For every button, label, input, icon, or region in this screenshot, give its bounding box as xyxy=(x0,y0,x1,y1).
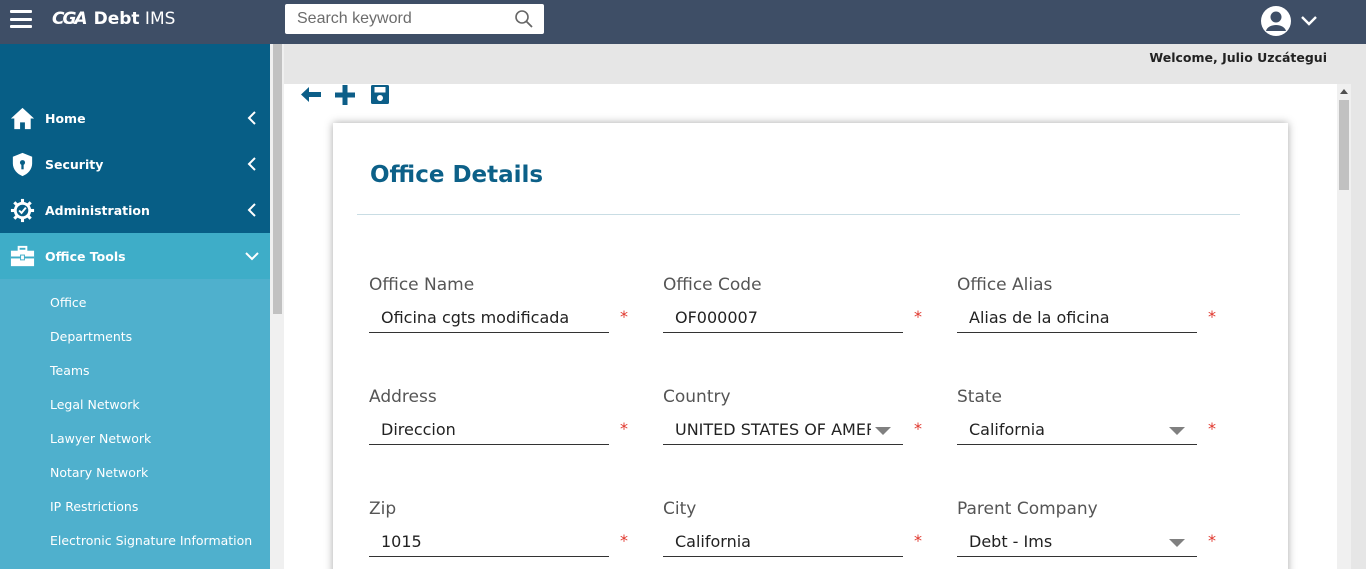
country-label: Country xyxy=(663,387,731,407)
sidebar-scrollbar[interactable] xyxy=(270,44,284,569)
required-indicator: * xyxy=(1208,531,1216,550)
sidebar-item-home[interactable]: Home xyxy=(0,95,270,141)
content-scrollbar[interactable] xyxy=(1337,84,1351,569)
required-indicator: * xyxy=(620,307,628,326)
sidebar-item-label: Security xyxy=(45,156,104,172)
parent-company-select[interactable]: Debt - Ims xyxy=(957,527,1197,557)
scrollbar-thumb[interactable] xyxy=(273,44,282,314)
chevron-left-icon xyxy=(247,157,256,171)
sidebar-item-label: Office Tools xyxy=(45,248,126,264)
welcome-text: Welcome, Julio Uzcátegui xyxy=(1149,50,1327,65)
state-label: State xyxy=(957,387,1002,407)
toolbox-icon xyxy=(10,245,35,267)
office-name-label: Office Name xyxy=(369,275,475,295)
address-input[interactable]: Direccion xyxy=(369,415,609,445)
menu-icon[interactable] xyxy=(10,10,32,28)
submenu-item-office[interactable]: Office xyxy=(50,295,87,310)
city-label: City xyxy=(663,499,697,519)
add-icon[interactable] xyxy=(333,84,357,106)
required-indicator: * xyxy=(620,531,628,550)
required-indicator: * xyxy=(1208,307,1216,326)
back-arrow-icon[interactable] xyxy=(299,84,323,106)
search-input[interactable] xyxy=(297,10,512,28)
sidebar-item-label: Administration xyxy=(45,202,150,218)
office-code-input[interactable]: OF000007 xyxy=(663,303,903,333)
chevron-left-icon xyxy=(247,203,256,217)
address-label: Address xyxy=(369,387,437,407)
required-indicator: * xyxy=(914,419,922,438)
sidebar-item-administration[interactable]: Administration xyxy=(0,187,270,233)
zip-input[interactable]: 1015 xyxy=(369,527,609,557)
home-icon xyxy=(10,107,35,130)
submenu-item-electronic-signature[interactable]: Electronic Signature Information xyxy=(50,533,252,548)
scroll-up-arrow-icon[interactable] xyxy=(1340,89,1348,94)
submenu-item-teams[interactable]: Teams xyxy=(50,363,90,378)
city-input[interactable]: California xyxy=(663,527,903,557)
sidebar-item-security[interactable]: Security xyxy=(0,141,270,187)
gear-icon xyxy=(10,198,35,223)
state-select[interactable]: California xyxy=(957,415,1197,445)
office-alias-input[interactable]: Alias de la oficina xyxy=(957,303,1197,333)
submenu-item-ip-restrictions[interactable]: IP Restrictions xyxy=(50,499,138,514)
app-logo[interactable]: CGA Debt IMS xyxy=(52,9,175,29)
submenu-item-departments[interactable]: Departments xyxy=(50,329,132,344)
zip-label: Zip xyxy=(369,499,397,519)
user-avatar-icon[interactable] xyxy=(1260,5,1292,37)
submenu-item-notary-network[interactable]: Notary Network xyxy=(50,465,148,480)
sidebar-item-label: Home xyxy=(45,110,86,126)
required-indicator: * xyxy=(914,531,922,550)
dropdown-arrow-icon xyxy=(1169,427,1185,435)
search-icon[interactable] xyxy=(514,9,534,29)
submenu-item-lawyer-network[interactable]: Lawyer Network xyxy=(50,431,151,446)
user-menu[interactable] xyxy=(1260,5,1320,37)
page-title: Office Details xyxy=(370,162,544,188)
main-content: Office Details Office Name Oficina cgts … xyxy=(284,84,1337,569)
office-details-card: Office Details Office Name Oficina cgts … xyxy=(333,123,1288,569)
country-select[interactable]: UNITED STATES OF AMERICA xyxy=(663,415,903,445)
top-bar: CGA Debt IMS xyxy=(0,0,1366,44)
parent-company-label: Parent Company xyxy=(957,499,1098,519)
title-divider xyxy=(357,214,1240,215)
office-alias-label: Office Alias xyxy=(957,275,1053,295)
logo-mark: CGA xyxy=(52,9,88,29)
save-icon[interactable] xyxy=(368,84,392,106)
submenu-item-legal-network[interactable]: Legal Network xyxy=(50,397,140,412)
office-code-label: Office Code xyxy=(663,275,762,295)
required-indicator: * xyxy=(1208,419,1216,438)
office-tools-submenu: Office Departments Teams Legal Network L… xyxy=(0,279,270,569)
office-name-input[interactable]: Oficina cgts modificada xyxy=(369,303,609,333)
chevron-down-icon[interactable] xyxy=(1298,10,1320,32)
dropdown-arrow-icon xyxy=(875,427,891,435)
required-indicator: * xyxy=(620,419,628,438)
chevron-left-icon xyxy=(247,111,256,125)
chevron-down-icon xyxy=(245,252,259,261)
sidebar: Home Security Administration Office Tool… xyxy=(0,44,270,569)
shield-icon xyxy=(12,152,33,177)
sidebar-item-office-tools[interactable]: Office Tools xyxy=(0,233,270,279)
scrollbar-thumb[interactable] xyxy=(1339,100,1349,190)
app-name: Debt IMS xyxy=(93,9,176,29)
required-indicator: * xyxy=(914,307,922,326)
dropdown-arrow-icon xyxy=(1169,539,1185,547)
search-box xyxy=(285,4,544,34)
